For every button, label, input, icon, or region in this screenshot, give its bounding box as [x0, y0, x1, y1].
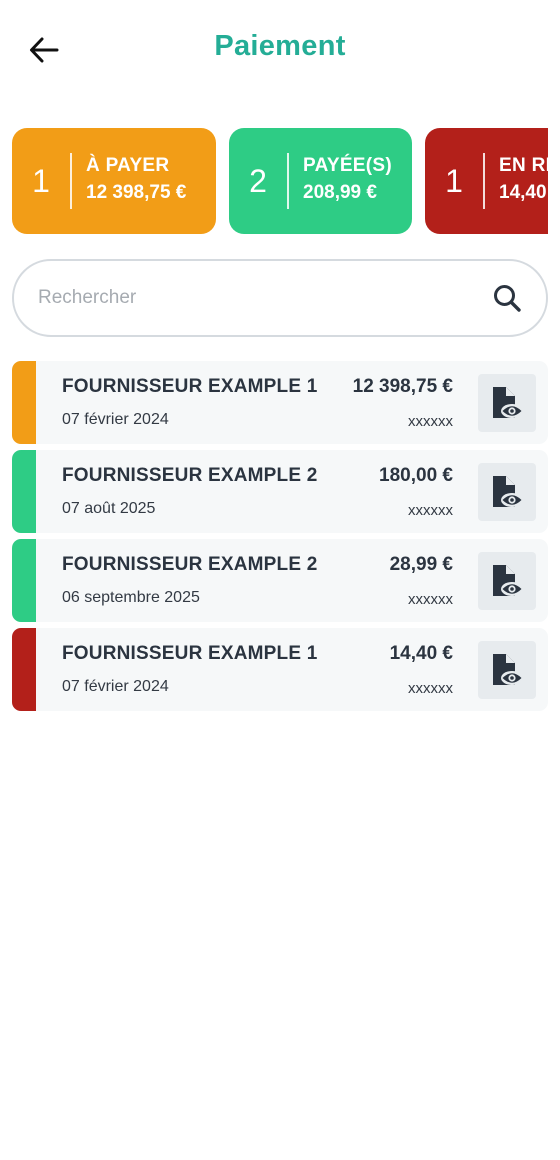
supplier-name: FOURNISSEUR EXAMPLE 1 — [62, 643, 318, 664]
header: Paiement — [0, 0, 560, 100]
card-text: PAYÉE(S) 208,99 € — [289, 154, 392, 208]
payment-row[interactable]: FOURNISSEUR EXAMPLE 2 06 septembre 2025 … — [12, 539, 548, 622]
payment-reference: xxxxxx — [408, 502, 453, 519]
supplier-name: FOURNISSEUR EXAMPLE 2 — [62, 554, 318, 575]
status-bar — [12, 539, 36, 622]
card-text: EN RETARD 14,40 € — [485, 154, 548, 208]
card-label: PAYÉE(S) — [303, 155, 392, 176]
status-bar — [12, 450, 36, 533]
card-amount: 14,40 € — [499, 182, 548, 203]
payment-reference: xxxxxx — [408, 413, 453, 430]
card-paid[interactable]: 2 PAYÉE(S) 208,99 € — [229, 128, 412, 234]
card-label: EN RETARD — [499, 155, 548, 176]
payment-row[interactable]: FOURNISSEUR EXAMPLE 1 07 février 2024 12… — [12, 361, 548, 444]
status-cards: 1 À PAYER 12 398,75 € 2 PAYÉE(S) 208,99 … — [12, 128, 548, 234]
file-eye-icon — [493, 565, 523, 596]
file-eye-icon — [493, 654, 523, 685]
status-bar — [12, 628, 36, 711]
card-label: À PAYER — [86, 155, 170, 176]
payment-date: 07 août 2025 — [62, 500, 156, 517]
file-eye-icon — [493, 476, 523, 507]
payment-amount: 28,99 € — [389, 554, 453, 575]
payment-amount: 14,40 € — [389, 643, 453, 664]
card-amount: 12 398,75 € — [86, 182, 187, 203]
payment-row[interactable]: FOURNISSEUR EXAMPLE 1 07 février 2024 14… — [12, 628, 548, 711]
card-overdue[interactable]: 1 EN RETARD 14,40 € — [425, 128, 548, 234]
page-title: Paiement — [214, 30, 346, 62]
view-document-button[interactable] — [478, 374, 536, 432]
search-input[interactable] — [14, 261, 490, 335]
card-text: À PAYER 12 398,75 € — [72, 154, 186, 208]
card-amount: 208,99 € — [303, 182, 377, 203]
payment-date: 07 février 2024 — [62, 678, 169, 695]
file-eye-icon — [493, 387, 523, 418]
view-document-button[interactable] — [478, 641, 536, 699]
payment-list: FOURNISSEUR EXAMPLE 1 07 février 2024 12… — [12, 361, 548, 717]
card-to-pay[interactable]: 1 À PAYER 12 398,75 € — [12, 128, 216, 234]
search-icon[interactable] — [490, 281, 524, 315]
payment-amount: 180,00 € — [379, 465, 453, 486]
payment-reference: xxxxxx — [408, 680, 453, 697]
supplier-name: FOURNISSEUR EXAMPLE 1 — [62, 376, 318, 397]
payment-amount: 12 398,75 € — [352, 376, 453, 397]
supplier-name: FOURNISSEUR EXAMPLE 2 — [62, 465, 318, 486]
payment-date: 07 février 2024 — [62, 411, 169, 428]
payment-date: 06 septembre 2025 — [62, 589, 200, 606]
card-count: 1 — [32, 162, 50, 199]
status-bar — [12, 361, 36, 444]
payment-reference: xxxxxx — [408, 591, 453, 608]
payment-screen: Paiement 1 À PAYER 12 398,75 € 2 PAYÉE(S… — [0, 0, 560, 1160]
view-document-button[interactable] — [478, 463, 536, 521]
card-count: 2 — [249, 162, 267, 199]
payment-row[interactable]: FOURNISSEUR EXAMPLE 2 07 août 2025 180,0… — [12, 450, 548, 533]
card-count: 1 — [445, 162, 463, 199]
view-document-button[interactable] — [478, 552, 536, 610]
search-bar — [12, 259, 548, 337]
